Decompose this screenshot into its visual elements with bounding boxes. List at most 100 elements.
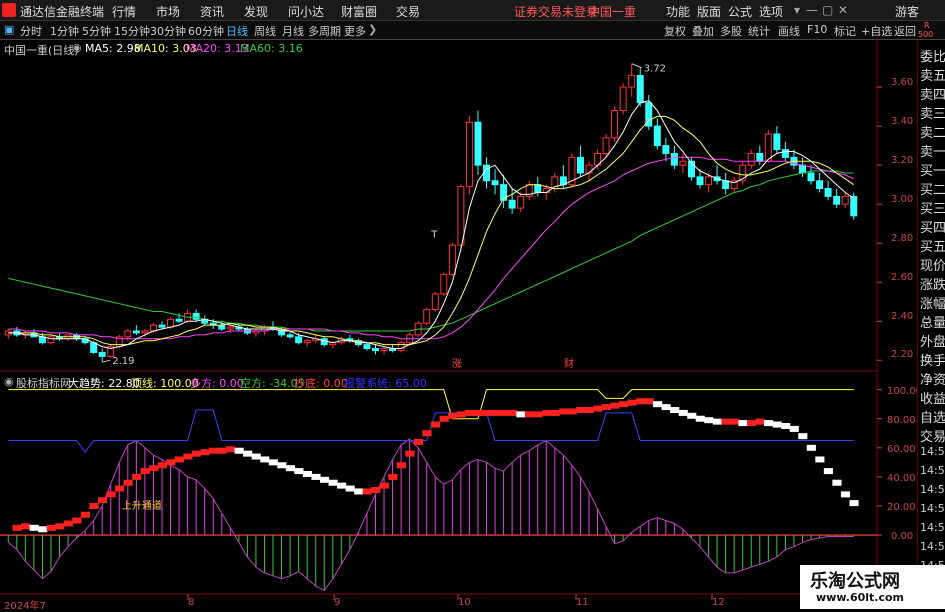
side-panel-item[interactable]: 收益 [920,388,945,407]
side-panel-item[interactable]: 买一 [920,160,945,179]
candle-body [585,164,593,174]
candle-body [141,330,149,334]
candle-body [295,336,303,344]
candle-body [380,348,388,351]
candle-body [576,156,584,174]
trend-segment [319,476,330,483]
candle-body [534,184,542,193]
candle-body [474,121,482,166]
side-panel-item[interactable]: 自选 [920,407,945,426]
side-panel-item[interactable]: 卖五 [920,65,945,84]
candle-body [457,186,465,246]
trend-segment [584,407,594,413]
candle-body [764,133,772,162]
side-panel-item[interactable]: 外盘 [920,331,945,350]
low-label: 2.19 [112,356,134,367]
trend-segment [550,409,560,416]
side-panel-item[interactable]: 现价 [920,255,945,274]
side-panel-item[interactable]: 买二 [920,179,945,198]
uptrend-annotation: 上升通道 [122,499,162,512]
candle-body [465,121,473,188]
side-panel-item[interactable]: 14:56 [920,502,945,515]
trend-segment [823,468,833,475]
candle-body [773,133,781,151]
side-panel-item[interactable]: 14:56 [920,483,945,496]
side-panel-item[interactable]: 换手 [920,350,945,369]
trend-segment [431,421,441,428]
side-panel-item[interactable]: 14:56 [920,445,945,458]
date-label: 8 [188,597,195,608]
side-panel-item[interactable]: 14:56 [920,540,945,553]
trend-segment [764,420,774,427]
trend-segment [499,409,509,416]
trend-segment [507,409,517,416]
trend-segment [738,420,748,427]
event-marker-zhang: 涨 [452,358,462,370]
trend-segment [490,409,500,416]
trend-segment [234,447,244,454]
high-pointer [631,63,642,69]
trend-segment [140,468,150,475]
price-tick: 3.60 [891,77,914,88]
price-tick: 3.20 [891,155,914,166]
side-panel-item[interactable]: 委比 [920,46,945,65]
trend-segment [840,491,851,498]
candle-body [491,180,499,186]
trend-segment [123,479,133,486]
trend-segment [157,462,167,469]
trend-segment [72,517,82,524]
trend-segment [243,450,253,457]
trend-segment [593,405,603,412]
candle-body [841,195,849,205]
side-panel-item[interactable]: 卖四 [920,84,945,103]
low-pointer [102,359,111,363]
trend-segment [379,482,389,489]
side-panel-item[interactable]: 14:56 [920,464,945,477]
trend-segment [687,412,697,419]
chart-area[interactable]: 3.72 2.19 T 涨 财 上升通道 [0,0,945,609]
trend-segment [618,401,629,408]
candle-body [192,312,200,320]
candle-body [431,293,439,311]
side-panel-item[interactable]: 买四 [920,217,945,236]
trend-segment [328,479,338,486]
trend-segment [174,456,184,463]
trend-segment [80,511,90,518]
side-panel-item[interactable]: 总量 [920,312,945,331]
trend-segment [849,500,859,507]
candle-body [423,309,431,324]
side-panel-item[interactable]: 卖三 [920,103,945,122]
side-panel-item[interactable]: 净资 [920,369,945,388]
trend-segment [413,439,424,445]
date-label: 10 [458,597,471,608]
trend-segment [661,404,671,411]
side-panel-item[interactable]: 买五 [920,236,945,255]
side-panel-item[interactable]: 涨跌 [920,274,945,293]
candle-body [602,137,610,154]
side-panel-item[interactable]: 交易 [920,426,945,445]
price-tick: 2.60 [891,272,914,283]
trend-segment [559,408,569,415]
indicator-tick: 60.00 [887,444,916,455]
price-tick: 2.80 [891,233,914,244]
trend-segment [285,465,295,472]
trend-segment [29,524,39,531]
trend-segment [644,398,654,405]
candle-body [124,330,132,338]
candle-body [372,348,379,351]
trend-segment [524,411,535,418]
trend-segment [772,421,782,428]
side-panel-item[interactable]: 卖二 [920,122,945,141]
side-panel-item[interactable]: 卖一 [920,141,945,160]
candle-body [705,176,713,186]
candle-body [483,164,490,182]
quote-side-panel: 委比 卖五 卖四 卖三 卖二 卖一 买一 买二 买三 买四 买五 现价 涨跌 涨幅 总量 外盘 换手 净资 收益 自选… [917,40,945,610]
side-panel-item[interactable]: 涨幅 [920,293,945,312]
trend-segment [371,487,381,493]
watermark: 乐淘公式网 www.60lt.com [800,565,945,609]
side-panel-item[interactable]: 14:56 [920,521,945,534]
candle-body [670,152,678,166]
side-panel-item[interactable]: 买三 [920,198,945,217]
trend-segment [695,415,705,422]
trend-segment [610,402,620,409]
